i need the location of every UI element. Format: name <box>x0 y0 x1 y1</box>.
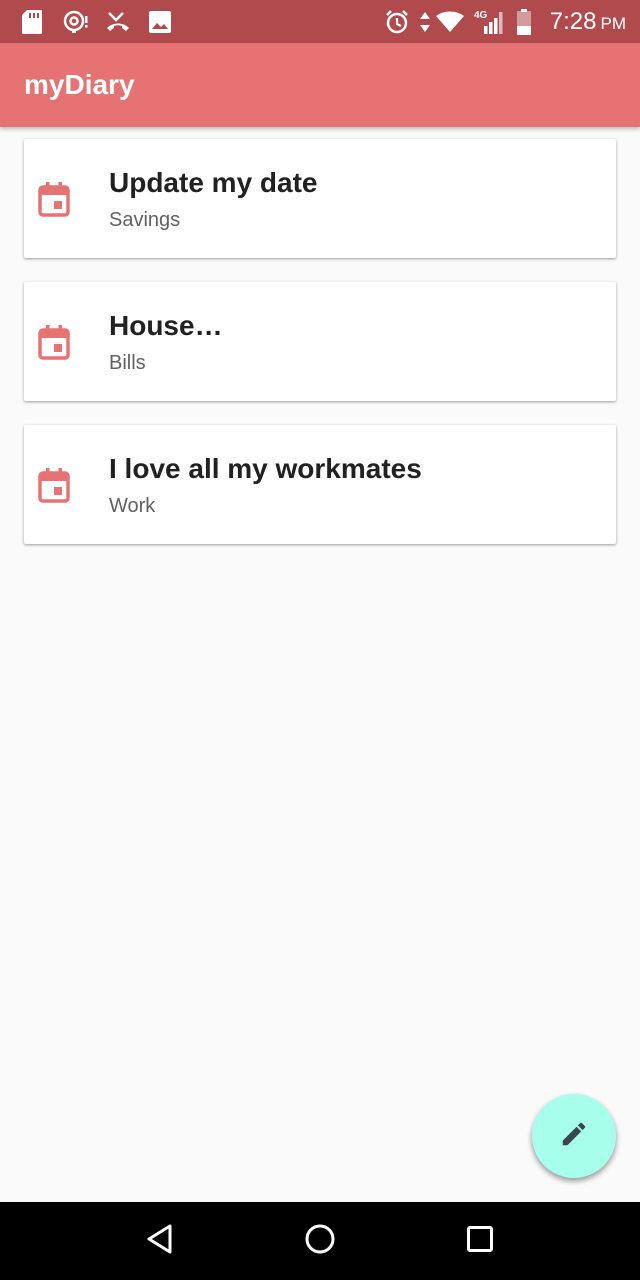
battery-icon <box>514 0 534 43</box>
entry-title: House… <box>109 310 223 341</box>
new-entry-button[interactable] <box>532 1094 616 1178</box>
entry-title: I love all my workmates <box>109 453 422 484</box>
calendar-icon <box>38 467 70 503</box>
entry-title: Update my date <box>109 167 318 198</box>
home-button[interactable] <box>280 1202 360 1280</box>
calendar-icon <box>38 324 70 360</box>
data-arrows-icon <box>418 0 432 43</box>
entry-category: Savings <box>109 209 181 231</box>
signal-icon: 4G <box>472 0 506 43</box>
diary-list: Update my date Savings House… Bills I lo… <box>24 139 616 568</box>
hotspot-icon <box>62 0 90 43</box>
clock-ampm: PM <box>600 14 627 33</box>
wifi-icon <box>434 0 466 43</box>
entry-category: Bills <box>109 352 146 374</box>
calendar-icon <box>38 181 70 217</box>
network-type-label: 4G <box>474 10 488 21</box>
back-icon <box>145 1223 175 1260</box>
back-button[interactable] <box>120 1202 200 1280</box>
status-bar: 4G 7:28 PM <box>0 0 640 43</box>
pencil-icon <box>559 1119 589 1154</box>
diary-entry-card[interactable]: Update my date Savings <box>24 139 616 258</box>
recents-button[interactable] <box>440 1202 520 1280</box>
sd-card-icon <box>20 0 44 43</box>
recents-icon <box>466 1225 494 1258</box>
app-title: myDiary <box>24 69 135 100</box>
home-icon <box>304 1223 336 1260</box>
clock: 7:28 PM <box>550 0 626 43</box>
image-icon <box>146 0 174 43</box>
navigation-bar <box>0 1202 640 1280</box>
alarm-icon <box>383 0 411 43</box>
entry-category: Work <box>109 495 156 517</box>
clock-time: 7:28 <box>549 8 597 35</box>
diary-entry-card[interactable]: House… Bills <box>24 282 616 401</box>
app-bar: myDiary <box>0 43 640 127</box>
diary-entry-card[interactable]: I love all my workmates Work <box>24 425 616 544</box>
missed-call-icon <box>104 0 132 43</box>
